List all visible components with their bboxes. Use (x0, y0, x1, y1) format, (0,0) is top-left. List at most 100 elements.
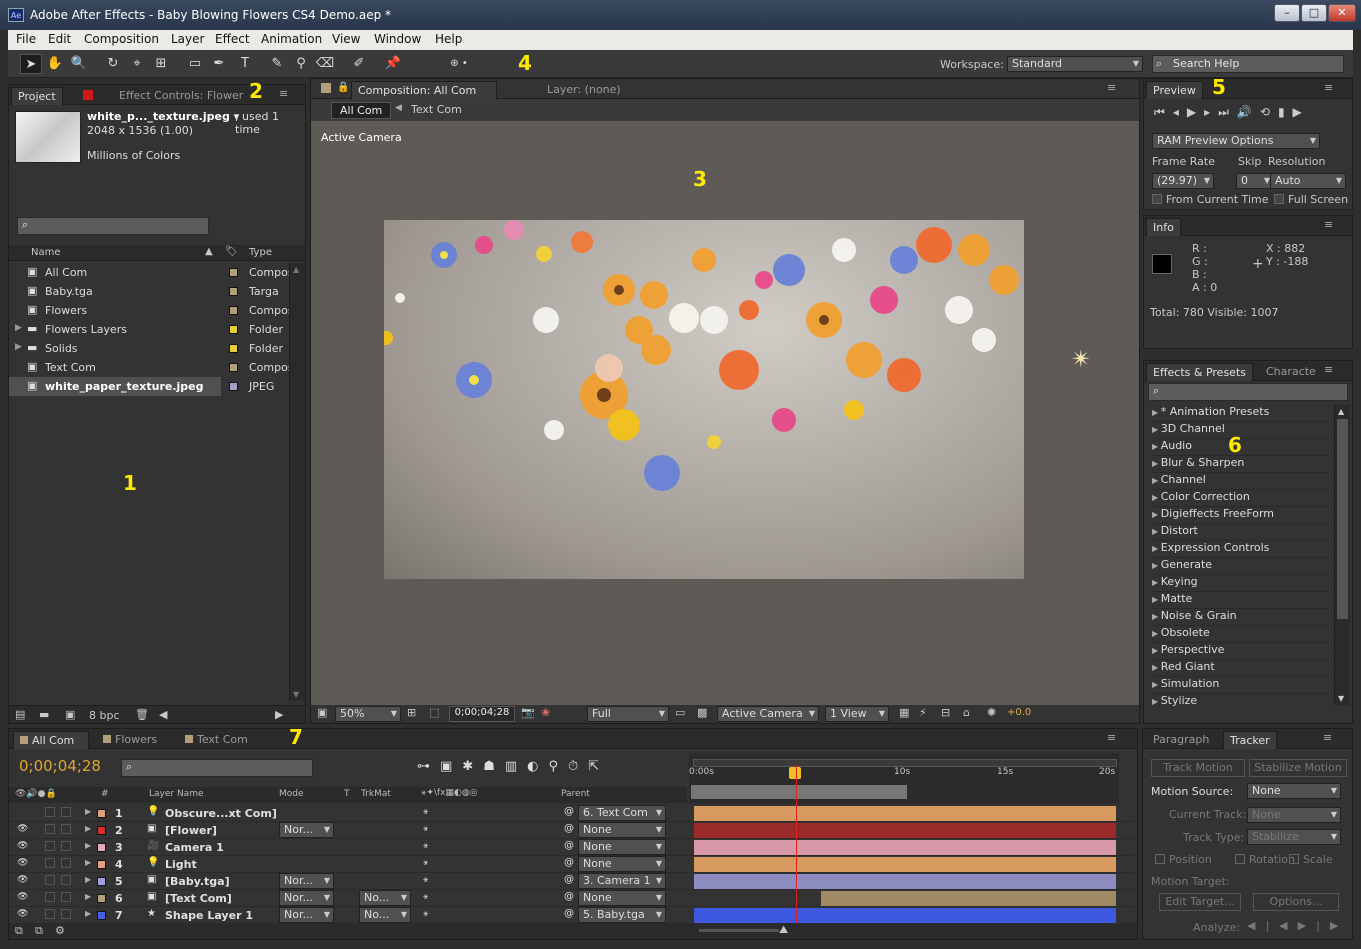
playhead-handle[interactable] (789, 767, 801, 779)
timeline-icon[interactable]: ⊟ (941, 706, 950, 719)
layer-label-swatch[interactable] (97, 911, 106, 920)
track-motion-button[interactable]: Track Motion (1151, 759, 1245, 777)
layer-label-swatch[interactable] (97, 894, 106, 903)
tab-timeline-all-com[interactable]: All Com (13, 731, 89, 749)
show-channel-icon[interactable]: ❀ (541, 706, 550, 719)
expand-arrow-icon[interactable]: ▶ (85, 824, 91, 833)
effect-category[interactable]: ▶ Color Correction (1152, 490, 1332, 507)
effect-category[interactable]: ▶ Keying (1152, 575, 1332, 592)
lock-toggle[interactable] (61, 841, 71, 851)
lock-toggle[interactable] (61, 858, 71, 868)
rectangle-tool-icon[interactable]: ▭ (184, 54, 206, 74)
analyze-forward-icon[interactable]: ▶ (1298, 919, 1316, 932)
layer-mode-select[interactable]: Nor... (279, 907, 334, 923)
motion-source-select[interactable]: None (1247, 783, 1341, 799)
workspace-select[interactable]: Standard (1007, 56, 1143, 72)
hide-shy-icon[interactable]: ☗ (483, 759, 505, 774)
timeline-search-input[interactable]: ⌕ (121, 759, 313, 777)
label-color-swatch[interactable] (229, 306, 238, 315)
effect-category[interactable]: ▶ Stylize (1152, 694, 1332, 709)
layer-row[interactable]: 👁 ▶ 7 ★ Shape Layer 1 Nor... No... ⚹ @5. Baby.tg… (9, 907, 1134, 924)
parent-select[interactable]: None (578, 856, 666, 872)
expand-arrow-icon[interactable]: ▶ (85, 892, 91, 901)
edit-target-button[interactable]: Edit Target... (1159, 893, 1241, 911)
tab-timeline-text-com[interactable]: Text Com (179, 731, 254, 749)
expand-arrow-icon[interactable]: ▶ (85, 875, 91, 884)
layer-name[interactable]: Obscure...xt Com] (165, 807, 277, 820)
brush-tool-icon[interactable]: ✎ (266, 54, 288, 74)
layer-name[interactable]: Shape Layer 1 (165, 909, 253, 922)
puppet-pin-tool-icon[interactable]: 📌 (382, 54, 404, 74)
options-button[interactable]: Options... (1253, 893, 1339, 911)
first-frame-icon[interactable]: ⏮ (1154, 105, 1173, 119)
layer-label-swatch[interactable] (97, 843, 106, 852)
menu-help[interactable]: Help (435, 32, 462, 46)
layer-row[interactable]: 👁 ▶ 5 ▣ [Baby.tga] Nor... ⚹ @3. Camera 1 (9, 873, 1134, 890)
project-item[interactable]: ▣ white_paper_texture.jpeg JPEG (9, 377, 274, 396)
lock-toggle[interactable] (61, 892, 71, 902)
menu-view[interactable]: View (332, 32, 360, 46)
flowchart-icon[interactable]: ⌂ (963, 706, 970, 719)
effect-category[interactable]: ▶ Perspective (1152, 643, 1332, 660)
visibility-eye-icon[interactable]: 👁 (17, 892, 28, 902)
layer-name[interactable]: Camera 1 (165, 841, 224, 854)
solo-toggle[interactable] (45, 858, 55, 868)
rotation-checkbox[interactable] (1235, 854, 1245, 864)
tab-composition[interactable]: Composition: All Com (351, 81, 497, 99)
panel-menu-icon[interactable]: ≡ (1324, 363, 1333, 376)
ram-preview-icon[interactable]: ▮▶ (1278, 105, 1310, 119)
lock-toggle[interactable] (61, 875, 71, 885)
tab-character[interactable]: Characte (1260, 363, 1322, 381)
parent-select[interactable]: None (578, 839, 666, 855)
text-tool-icon[interactable]: T (234, 54, 256, 74)
region-of-interest-icon[interactable]: ▭ (675, 706, 685, 719)
shy-switch-icon[interactable]: ⚹ (423, 909, 428, 919)
expand-arrow-icon[interactable]: ▶ (85, 841, 91, 850)
interpret-footage-icon[interactable]: ▤ (15, 708, 25, 721)
layer-duration-bar[interactable] (821, 891, 1116, 906)
loop-icon[interactable]: ⟲ (1260, 105, 1278, 119)
resolution-select[interactable]: Full (587, 706, 669, 722)
pick-whip-icon[interactable]: @ (564, 891, 574, 902)
menu-effect[interactable]: Effect (215, 32, 250, 46)
expand-arrow-icon[interactable]: ▶ (85, 807, 91, 816)
layer-duration-bar[interactable] (694, 908, 1116, 923)
effect-category[interactable]: ▶ Expression Controls (1152, 541, 1332, 558)
position-checkbox[interactable] (1155, 854, 1165, 864)
label-color-swatch[interactable] (229, 363, 238, 372)
project-item[interactable]: ▶ ▬ Flowers Layers Folder (9, 320, 289, 339)
column-trkmat[interactable]: TrkMat (361, 789, 391, 799)
effect-category[interactable]: ▶ Distort (1152, 524, 1332, 541)
visibility-eye-icon[interactable]: 👁 (17, 824, 28, 834)
comp-viewer-canvas[interactable] (384, 220, 1024, 579)
hand-tool-icon[interactable]: ✋ (44, 54, 66, 74)
always-preview-icon[interactable]: ▣ (317, 706, 327, 719)
layer-mode-select[interactable]: Nor... (279, 873, 334, 889)
layer-row[interactable]: 👁 ▶ 4 💡 Light ⚹ @ None (9, 856, 1134, 873)
shy-switch-icon[interactable]: ⚹ (423, 841, 428, 851)
transparency-grid-icon[interactable]: ▩ (697, 706, 707, 719)
play-icon[interactable]: ▶ (1187, 105, 1204, 119)
effect-category[interactable]: ▶ Generate (1152, 558, 1332, 575)
label-color-swatch[interactable] (229, 325, 238, 334)
visibility-eye-icon[interactable]: 👁 (17, 858, 28, 868)
draft-3d-icon[interactable]: ✱ (462, 759, 483, 774)
brainstorm-icon[interactable]: ⏱ (568, 759, 588, 774)
expand-panes-icon[interactable]: ⧉ (15, 924, 23, 938)
layer-label-swatch[interactable] (97, 860, 106, 869)
new-folder-icon[interactable]: ▬ (39, 708, 49, 721)
trash-icon[interactable]: 🗑 (135, 708, 149, 721)
effect-category[interactable]: ▶ Channel (1152, 473, 1332, 490)
layer-row[interactable]: ▶ 1 💡 Obscure...xt Com] ⚹ @6. Text Com (9, 805, 1134, 822)
solo-toggle[interactable] (45, 892, 55, 902)
scroll-left-icon[interactable]: ◀ (159, 708, 167, 721)
panel-menu-icon[interactable]: ≡ (1324, 218, 1333, 231)
menu-composition[interactable]: Composition (84, 32, 159, 46)
modes-toggle-icon[interactable]: ⧉ (35, 924, 43, 938)
timeline-current-time[interactable]: 0;00;04;28 (19, 757, 101, 775)
previous-frame-icon[interactable]: ◂ (1173, 105, 1187, 119)
minimize-button[interactable]: – (1274, 4, 1300, 22)
effect-category[interactable]: ▶ Obsolete (1152, 626, 1332, 643)
expand-arrow-icon[interactable]: ▶ (15, 323, 22, 333)
column-parent[interactable]: Parent (561, 789, 590, 799)
